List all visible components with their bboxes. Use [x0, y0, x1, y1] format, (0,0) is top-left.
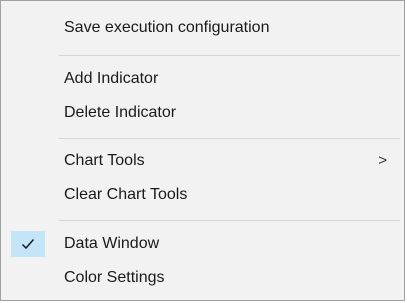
- menu-item-save-execution-configuration[interactable]: Save execution configuration: [4, 12, 401, 44]
- menu-item-delete-indicator[interactable]: Delete Indicator: [4, 97, 401, 129]
- submenu-arrow-icon: >: [378, 152, 387, 169]
- menu-separator: [59, 138, 400, 139]
- menu-item-clear-chart-tools[interactable]: Clear Chart Tools: [4, 179, 401, 211]
- menu-separator: [59, 220, 400, 221]
- menu-item-color-settings[interactable]: Color Settings: [4, 262, 401, 294]
- menu-separator: [59, 55, 400, 56]
- checkmark-icon: [11, 231, 45, 257]
- menu-item-label: Data Window: [64, 235, 160, 252]
- context-menu: Save execution configuration Add Indicat…: [0, 0, 405, 301]
- menu-item-label: Chart Tools: [64, 152, 145, 169]
- menu-item-label: Save execution configuration: [64, 19, 270, 36]
- menu-item-label: Color Settings: [64, 269, 165, 286]
- menu-item-data-window[interactable]: Data Window: [4, 228, 401, 260]
- menu-item-chart-tools[interactable]: Chart Tools >: [4, 145, 401, 177]
- menu-item-label: Clear Chart Tools: [64, 186, 188, 203]
- menu-item-add-indicator[interactable]: Add Indicator: [4, 63, 401, 95]
- menu-item-label: Add Indicator: [64, 70, 159, 87]
- menu-item-label: Delete Indicator: [64, 104, 177, 121]
